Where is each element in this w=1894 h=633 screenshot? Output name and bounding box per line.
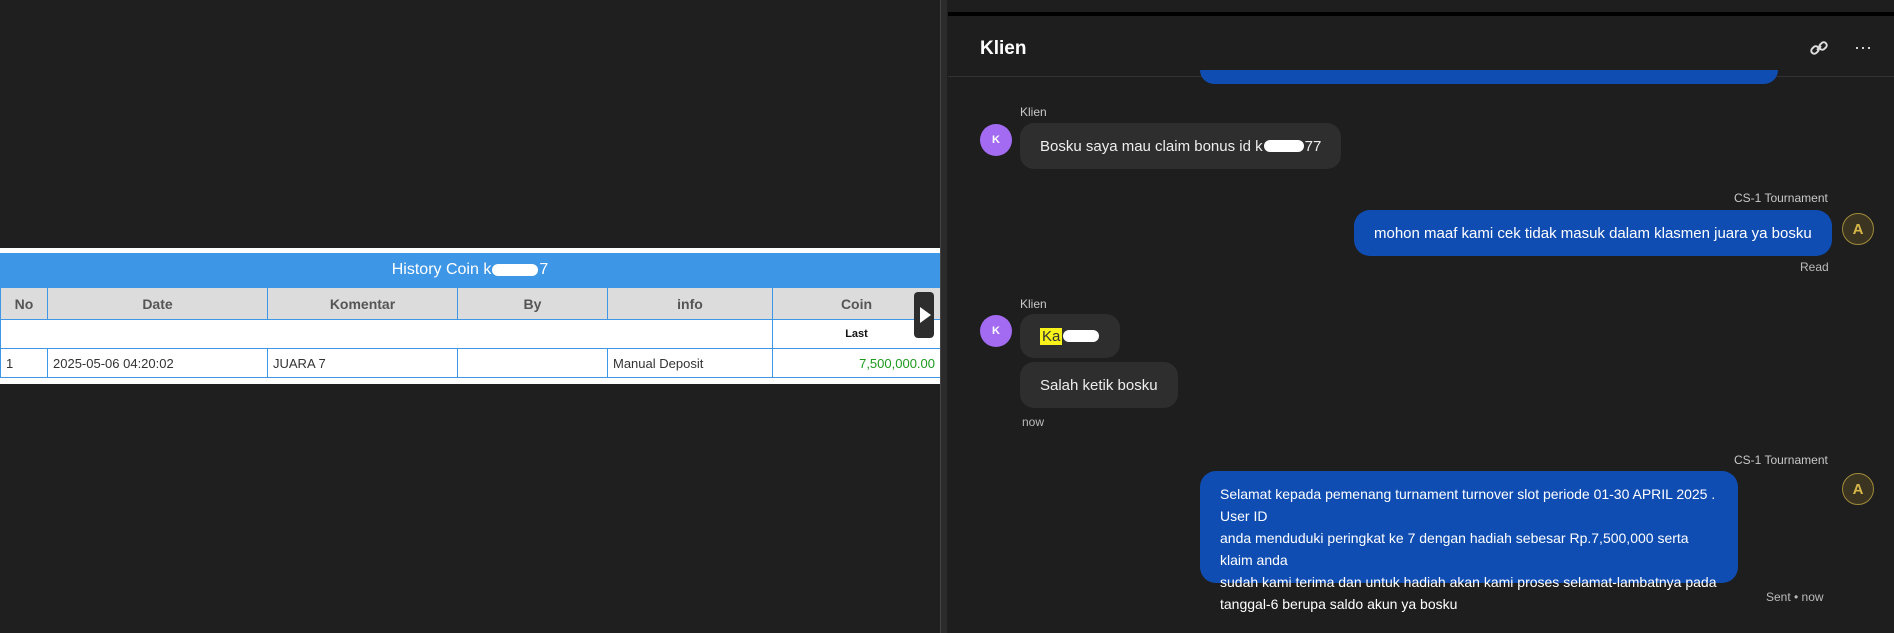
message-bubble[interactable]: mohon maaf kami cek tidak masuk dalam kl… <box>1354 210 1832 256</box>
play-icon <box>920 307 931 323</box>
col-info[interactable]: info <box>607 287 773 320</box>
history-table: No Date Komentar By info Coin Last 1 202… <box>0 287 941 378</box>
cell-komentar: JUARA 7 <box>267 348 458 378</box>
message-time: now <box>1022 415 1045 429</box>
previous-message-bubble <box>1200 70 1778 84</box>
read-status: Read <box>1800 260 1829 274</box>
cell-coin: 7,500,000.00 <box>772 348 941 378</box>
message-bubble[interactable]: Bosku saya mau claim bonus id k 77 <box>1020 123 1342 169</box>
message-bubble[interactable]: Salah ketik bosku <box>1020 362 1178 408</box>
left-panel: History Coin k7 No Date Komentar By info… <box>0 0 941 633</box>
cell-by <box>457 348 608 378</box>
sender-name: Klien <box>1020 297 1047 311</box>
redacted-mark <box>1263 140 1304 152</box>
scroll-right-button[interactable] <box>914 292 934 338</box>
chat-title: Klien <box>980 38 1027 59</box>
history-coin-panel: History Coin k7 No Date Komentar By info… <box>0 248 941 384</box>
sent-status: Sent • now <box>1766 590 1824 604</box>
chat-header: Klien ⋯ <box>948 16 1894 77</box>
subheader-row: Last <box>0 319 941 349</box>
redacted-mark <box>492 264 539 276</box>
table-header-row: No Date Komentar By info Coin <box>0 287 941 320</box>
redacted-mark <box>1063 330 1100 342</box>
splitter[interactable] <box>940 0 947 633</box>
subheader-empty <box>0 319 773 349</box>
sender-name: CS-1 Tournament <box>1734 191 1828 205</box>
avatar[interactable]: K <box>980 315 1012 347</box>
link-icon[interactable] <box>1808 38 1830 60</box>
message-bubble[interactable]: Ka <box>1020 314 1121 358</box>
sender-name: CS-1 Tournament <box>1734 453 1828 467</box>
message-bubble[interactable]: Selamat kepada pemenang turnament turnov… <box>1200 471 1738 612</box>
col-no[interactable]: No <box>0 287 48 320</box>
cell-info: Manual Deposit <box>607 348 773 378</box>
col-by[interactable]: By <box>457 287 608 320</box>
cell-date: 2025-05-06 04:20:02 <box>47 348 268 378</box>
col-komentar[interactable]: Komentar <box>267 287 458 320</box>
table-row[interactable]: 1 2025-05-06 04:20:02 JUARA 7 Manual Dep… <box>0 348 941 378</box>
agent-avatar[interactable]: A <box>1842 473 1874 505</box>
agent-avatar[interactable]: A <box>1842 213 1874 245</box>
cell-no: 1 <box>0 348 48 378</box>
avatar[interactable]: K <box>980 124 1012 156</box>
chat-panel: Klien ⋯ Klien K Bosku saya mau claim bon… <box>948 0 1894 633</box>
col-date[interactable]: Date <box>47 287 268 320</box>
sender-name: Klien <box>1020 105 1047 119</box>
history-title: History Coin k7 <box>0 253 940 287</box>
more-icon[interactable]: ⋯ <box>1852 38 1874 60</box>
